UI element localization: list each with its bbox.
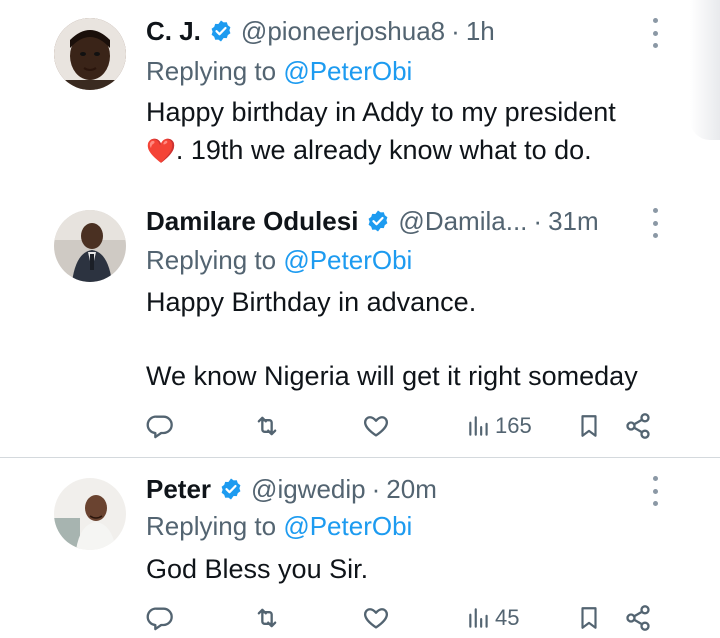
author-name[interactable]: Damilare Odulesi — [146, 206, 358, 237]
reply-button[interactable] — [146, 406, 174, 446]
mention-link[interactable]: @PeterObi — [283, 245, 412, 275]
author-handle[interactable]: @igwedip — [251, 474, 366, 505]
replying-to: Replying to @PeterObi — [146, 245, 412, 276]
tweet-damilare[interactable]: Damilare Odulesi @Damila... · 31m Replyi… — [0, 190, 720, 456]
tweet-header: Peter @igwedip · 20m — [146, 472, 437, 506]
tweet-text-line: We know Nigeria will get it right someda… — [146, 361, 638, 391]
more-icon[interactable] — [652, 208, 658, 238]
author-handle[interactable]: @pioneerjoshua8 — [241, 16, 445, 47]
like-button[interactable] — [362, 406, 390, 446]
timestamp[interactable]: 1h — [466, 16, 495, 47]
retweet-icon — [257, 416, 277, 436]
tweet-text-line: God Bless you Sir. — [146, 554, 369, 584]
replying-to: Replying to @PeterObi — [146, 56, 412, 87]
tweet-text-line: ❤️. 19th we already know what to do. — [146, 131, 616, 171]
tweet-header: Damilare Odulesi @Damila... · 31m — [146, 204, 599, 238]
views-button[interactable]: 45 — [466, 598, 519, 638]
mention-link[interactable]: @PeterObi — [283, 56, 412, 86]
like-icon — [364, 608, 388, 629]
views-icon — [469, 416, 488, 436]
share-button[interactable] — [624, 406, 652, 446]
avatar[interactable] — [54, 210, 126, 282]
reply-button[interactable] — [146, 598, 174, 638]
share-button[interactable] — [624, 598, 652, 638]
tweet-text-line: Happy Birthday in advance. — [146, 287, 477, 317]
like-button[interactable] — [362, 598, 390, 638]
views-count: 45 — [495, 605, 520, 630]
author-handle[interactable]: @Damila... — [398, 206, 527, 237]
tweet-text: Happy Birthday in advance. We know Niger… — [146, 283, 638, 395]
bookmark-button[interactable] — [576, 406, 602, 446]
verified-badge-icon — [211, 20, 231, 42]
share-icon — [626, 413, 650, 439]
bookmark-icon — [581, 607, 597, 629]
mention-link[interactable]: @PeterObi — [283, 511, 412, 541]
author-name[interactable]: Peter — [146, 474, 211, 505]
action-bar: 45 — [0, 598, 720, 638]
author-name[interactable]: C. J. — [146, 16, 201, 47]
replying-prefix: Replying to — [146, 511, 284, 541]
replying-prefix: Replying to — [146, 56, 284, 86]
bookmark-icon — [581, 415, 597, 437]
tweet-peter[interactable]: Peter @igwedip · 20m Replying to @PeterO… — [0, 458, 720, 634]
avatar[interactable] — [54, 18, 126, 90]
replying-prefix: Replying to — [146, 245, 284, 275]
tweet-text: God Bless you Sir. — [146, 550, 368, 588]
avatar[interactable] — [54, 478, 126, 550]
replying-to: Replying to @PeterObi — [146, 511, 412, 542]
views-count: 165 — [495, 413, 532, 438]
more-icon[interactable] — [652, 476, 658, 506]
tweet-text: Happy birthday in Addy to my president ❤… — [146, 93, 616, 171]
reply-icon — [146, 415, 173, 439]
views-icon — [469, 608, 488, 628]
separator-dot: · — [533, 205, 543, 236]
views-button[interactable]: 165 — [466, 406, 532, 446]
reply-icon — [146, 607, 173, 631]
separator-dot: · — [371, 473, 381, 504]
retweet-button[interactable] — [252, 598, 282, 638]
timestamp[interactable]: 31m — [548, 206, 599, 237]
timestamp[interactable]: 20m — [386, 474, 437, 505]
action-bar: 165 — [0, 406, 720, 446]
verified-badge-icon — [221, 478, 241, 500]
share-icon — [626, 605, 650, 631]
separator-dot: · — [451, 15, 460, 46]
retweet-button[interactable] — [252, 406, 282, 446]
heart-emoji: ❤️ — [146, 138, 176, 165]
tweet-text-line: Happy birthday in Addy to my president — [146, 97, 616, 127]
verified-badge-icon — [369, 210, 388, 232]
tweet-header: C. J. @pioneerjoshua8 · 1h — [146, 14, 495, 48]
more-icon[interactable] — [652, 18, 658, 48]
retweet-icon — [257, 608, 277, 628]
tweet-text-line-rest: . 19th we already know what to do. — [175, 135, 592, 165]
tweet-cj[interactable]: C. J. @pioneerjoshua8 · 1h Replying to @… — [0, 0, 720, 190]
like-icon — [364, 416, 388, 437]
bookmark-button[interactable] — [576, 598, 602, 638]
